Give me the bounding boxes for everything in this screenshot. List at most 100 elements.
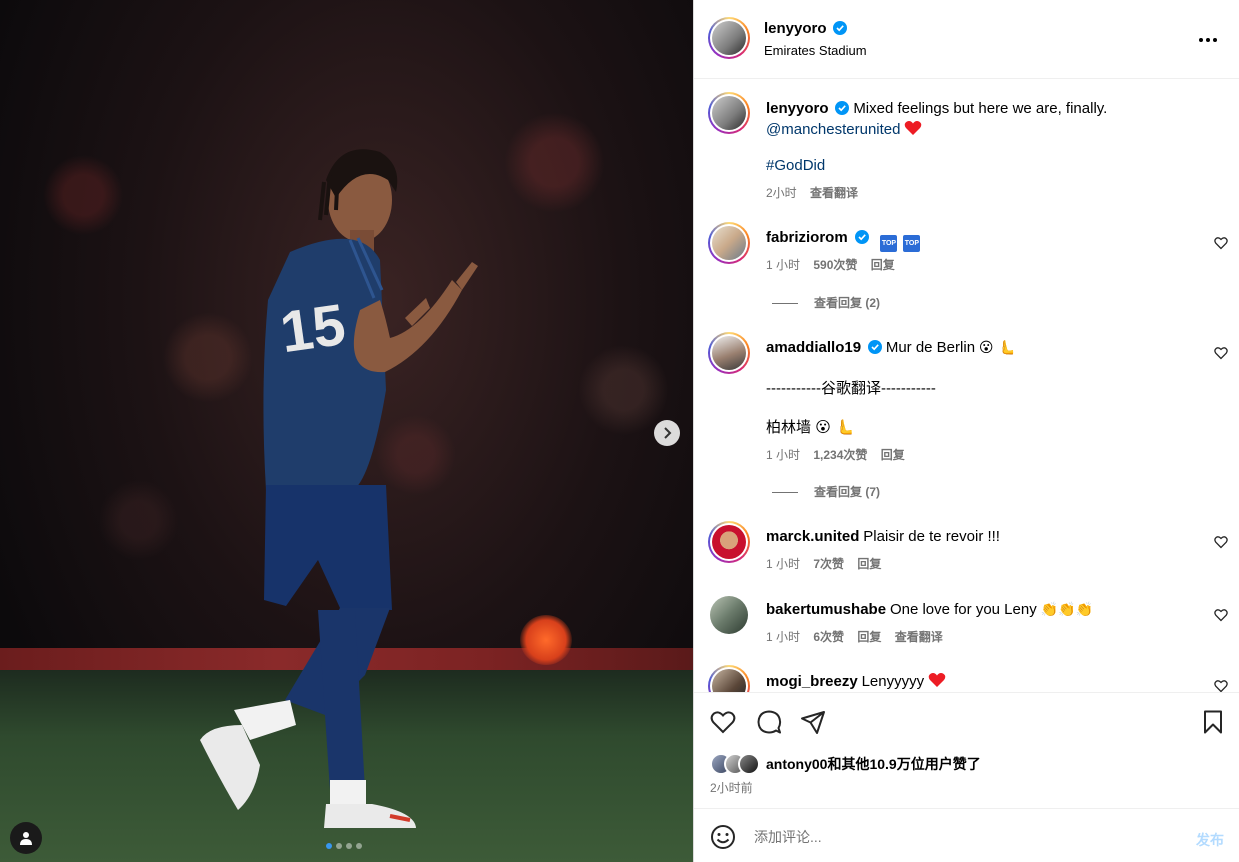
top-badge-icon: TOP [903, 235, 921, 252]
reply-button[interactable]: 回复 [857, 557, 881, 571]
player-figure: 15 [200, 149, 478, 828]
verified-icon [833, 21, 848, 35]
heart-icon[interactable] [1214, 535, 1228, 549]
post-location[interactable]: Emirates Stadium [764, 43, 867, 58]
emoji-icon[interactable] [710, 824, 736, 850]
post-comment-button[interactable]: 发布 [1196, 830, 1224, 850]
slide-dot [336, 843, 342, 849]
view-replies-row[interactable]: 查看回复 (7) [772, 483, 880, 500]
comment-username[interactable]: bakertumushabe [766, 601, 886, 618]
heart-emoji-icon [928, 673, 946, 687]
translation-text: 柏林墙 😮 🫷 [766, 418, 855, 436]
stadium-light [520, 615, 572, 665]
add-comment-bar: 发布 [694, 808, 1239, 862]
comment-username[interactable]: fabriziorom [766, 229, 848, 246]
comment-avatar[interactable] [708, 332, 750, 374]
comment-avatar[interactable] [708, 222, 750, 264]
comment-time: 1 小时 [766, 448, 801, 462]
tagged-users-button[interactable] [10, 822, 42, 854]
caption-translate-button[interactable]: 查看翻译 [810, 186, 858, 200]
heart-icon[interactable] [1214, 236, 1228, 250]
comment-avatar[interactable] [708, 665, 750, 692]
user-tag-icon [20, 832, 32, 845]
next-slide-button[interactable] [654, 420, 680, 446]
caption-time: 2小时 [766, 186, 797, 200]
comment-time: 1 小时 [766, 258, 801, 272]
comment-avatar[interactable] [710, 596, 748, 634]
post-header: lenyyoro Emirates Stadium [694, 0, 1239, 79]
bookmark-icon[interactable] [1200, 709, 1226, 735]
heart-icon[interactable] [1214, 346, 1228, 360]
comment-username[interactable]: marck.united [766, 528, 859, 545]
comment-input[interactable] [754, 823, 1154, 851]
instagram-post: 15 lenyyoro Emirates Stadium lenyyoro Mi… [0, 0, 1239, 862]
verified-icon [854, 230, 869, 244]
reply-button[interactable]: 回复 [857, 630, 881, 644]
verified-icon [867, 340, 882, 354]
share-icon[interactable] [800, 709, 826, 735]
heart-icon[interactable] [1214, 679, 1228, 692]
comment-text: Plaisir de te revoir !!! [863, 528, 1000, 545]
caption-text: Mixed feelings but here we are, finally. [853, 100, 1108, 117]
comment-text: Lenyyyyy [861, 673, 925, 690]
comment-icon[interactable] [756, 709, 782, 735]
comment-text: One love for you Leny [889, 601, 1037, 618]
slide-indicators [326, 843, 362, 849]
reply-button[interactable]: 回复 [881, 448, 905, 462]
jersey-number: 15 [276, 292, 349, 365]
caption-username[interactable]: lenyyoro [766, 100, 829, 117]
heart-emoji-icon [905, 121, 922, 135]
comment-likes[interactable]: 1,234次赞 [813, 448, 867, 462]
likes-summary[interactable]: antony00和其他10.9万位用户赞了 [710, 753, 981, 775]
author-username[interactable]: lenyyoro [764, 20, 827, 37]
verified-icon [835, 101, 850, 115]
comments-list[interactable]: lenyyoro Mixed feelings but here we are,… [694, 80, 1239, 692]
next-arrow-icon [664, 427, 672, 439]
comment-item: mogi_breezy Lenyyyyy [766, 671, 946, 692]
caption-avatar[interactable] [708, 92, 750, 134]
view-replies-row[interactable]: 查看回复 (2) [772, 294, 880, 311]
heart-icon[interactable] [1214, 608, 1228, 622]
slide-dot-active [326, 843, 332, 849]
post-actions: antony00和其他10.9万位用户赞了 2小时前 [694, 692, 1239, 808]
comment-item: amaddiallo19 Mur de Berlin 😮 🫷 [766, 337, 1015, 358]
caption-mention[interactable]: @manchesterunited [766, 121, 900, 138]
comment-username[interactable]: mogi_breezy [766, 673, 858, 690]
view-replies-button[interactable]: 查看回复 (7) [814, 485, 880, 499]
liker-avatar [738, 753, 760, 775]
post-time: 2小时前 [710, 781, 753, 795]
top-badge-icon: TOP [880, 235, 898, 252]
author-avatar[interactable] [708, 17, 750, 59]
comment-avatar[interactable] [708, 521, 750, 563]
reply-button[interactable]: 回复 [871, 258, 895, 272]
caption-meta: 2小时 查看翻译 [766, 184, 858, 201]
comment-likes[interactable]: 7次赞 [813, 557, 844, 571]
slide-dot [356, 843, 362, 849]
comment-time: 1 小时 [766, 557, 801, 571]
comment-text: Mur de Berlin [885, 339, 976, 356]
view-replies-button[interactable]: 查看回复 (2) [814, 296, 880, 310]
caption-hashtag[interactable]: #GodDid [766, 157, 825, 174]
comment-meta: 1 小时 6次赞 回复 查看翻译 [766, 628, 943, 645]
comment-item: fabriziorom TOP TOP [766, 227, 921, 252]
post-photo[interactable]: 15 [0, 0, 693, 862]
post-caption: lenyyoro Mixed feelings but here we are,… [766, 98, 1216, 140]
post-sidebar: lenyyoro Emirates Stadium lenyyoro Mixed… [693, 0, 1239, 862]
more-options-icon[interactable] [1196, 30, 1220, 50]
comment-meta: 1 小时 1,234次赞 回复 [766, 446, 905, 463]
comment-username[interactable]: amaddiallo19 [766, 339, 861, 356]
comment-translate-button[interactable]: 查看翻译 [895, 630, 943, 644]
comment-item: marck.united Plaisir de te revoir !!! [766, 526, 1000, 547]
translation-divider: -----------谷歌翻译----------- [766, 380, 936, 397]
comment-emoji: 👏👏👏 [1040, 602, 1093, 618]
likes-text[interactable]: antony00和其他10.9万位用户赞了 [766, 754, 981, 774]
comment-emoji: 😮 🫷 [978, 340, 1016, 356]
comment-meta: 1 小时 7次赞 回复 [766, 555, 881, 572]
comment-likes[interactable]: 6次赞 [813, 630, 844, 644]
comment-meta: 1 小时 590次赞 回复 [766, 256, 895, 273]
heart-icon[interactable] [710, 709, 736, 735]
comment-item: bakertumushabe One love for you Leny 👏👏👏 [766, 599, 1093, 620]
slide-dot [346, 843, 352, 849]
comment-time: 1 小时 [766, 630, 801, 644]
comment-likes[interactable]: 590次赞 [813, 258, 857, 272]
